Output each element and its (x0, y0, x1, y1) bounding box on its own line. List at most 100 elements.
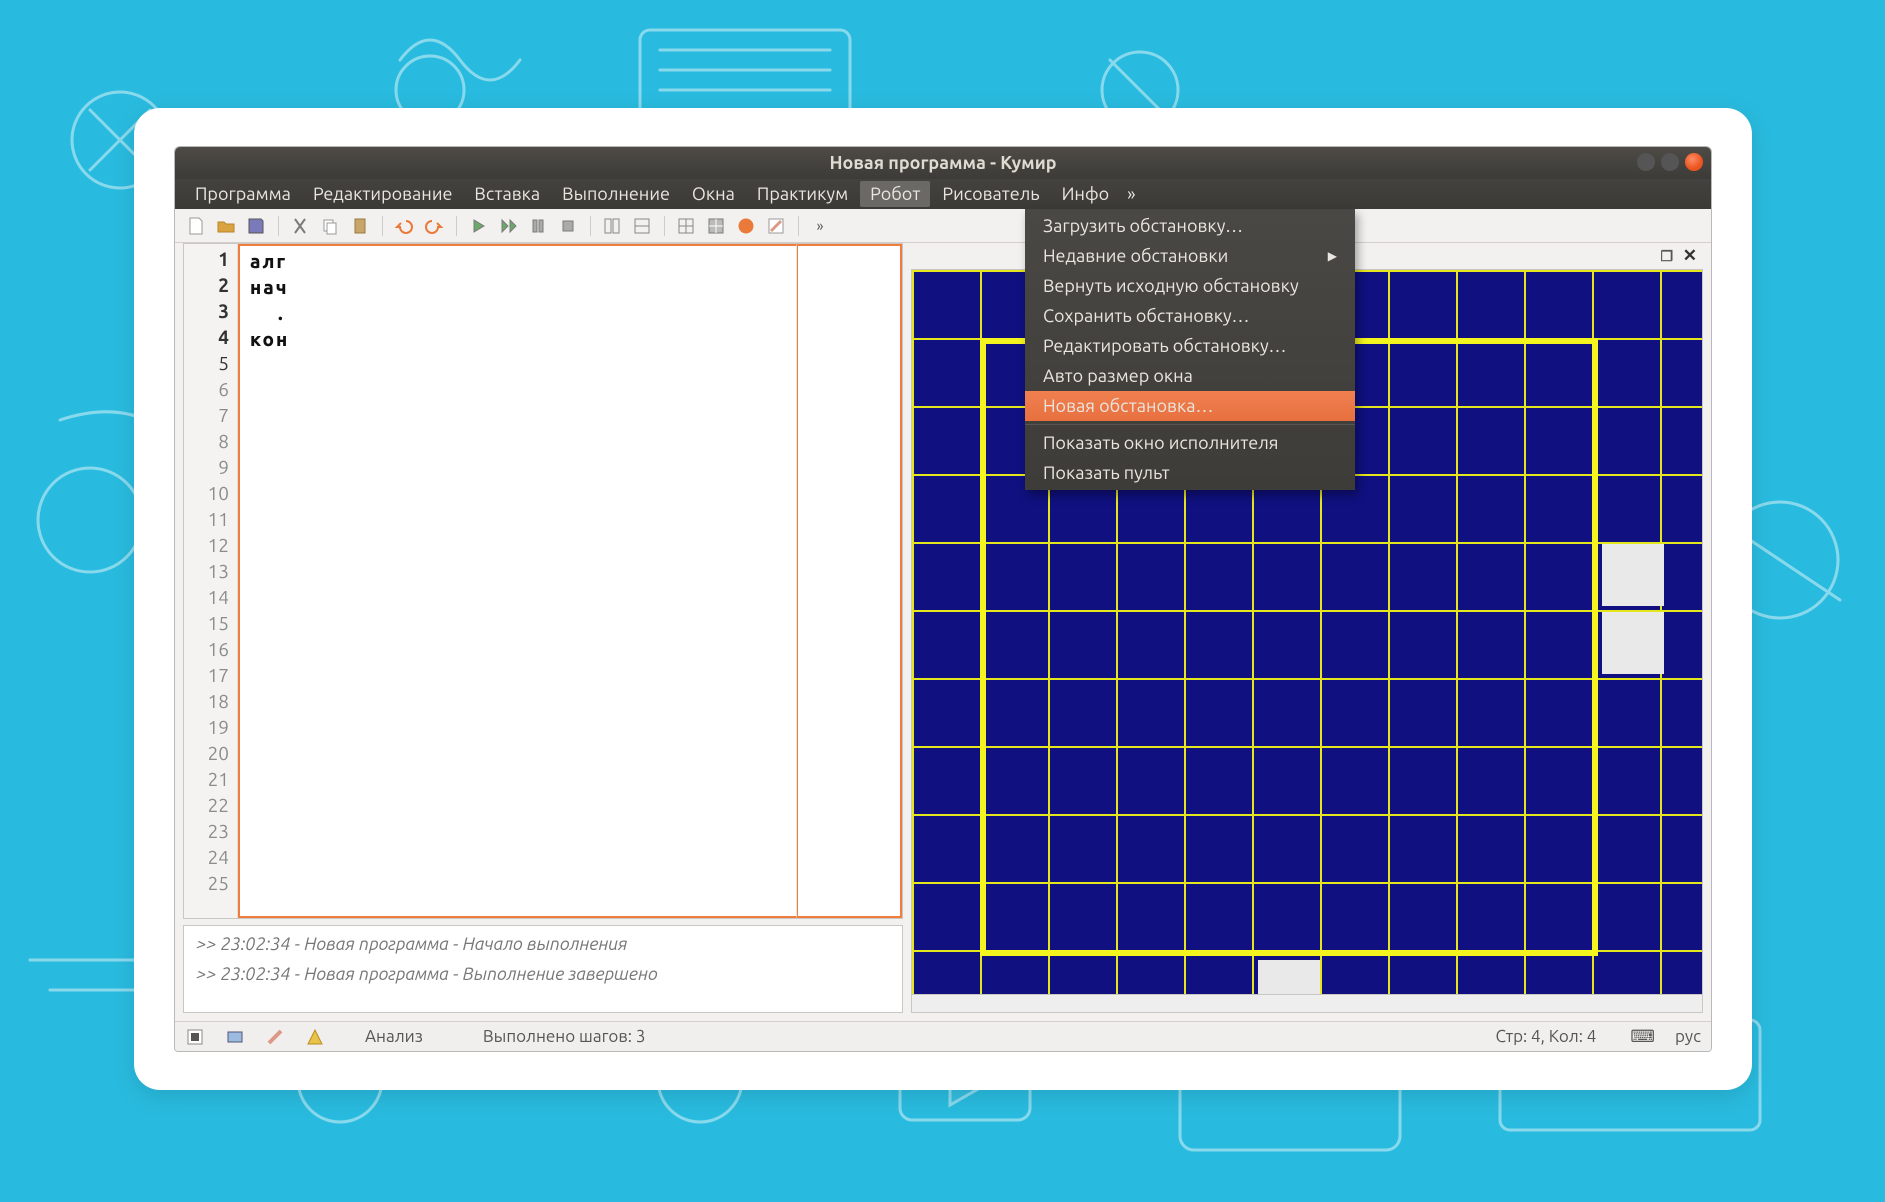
new-file-icon[interactable] (183, 213, 209, 239)
dropdown-item[interactable]: Недавние обстановки▶ (1025, 241, 1355, 271)
line-number: 2 (184, 272, 229, 298)
open-file-icon[interactable] (213, 213, 239, 239)
line-number: 25 (184, 870, 229, 896)
menu-run[interactable]: Выполнение (552, 181, 680, 207)
status-icon-1[interactable] (185, 1027, 205, 1047)
settings-icon[interactable] (763, 213, 789, 239)
line-gutter: 1234567891011121314151617181920212223242… (184, 244, 238, 918)
dropdown-item[interactable]: Вернуть исходную обстановку (1025, 271, 1355, 301)
grid2-icon[interactable] (703, 213, 729, 239)
line-number: 16 (184, 636, 229, 662)
step-icon[interactable] (495, 213, 521, 239)
menu-practicum[interactable]: Практикум (747, 181, 858, 207)
close-icon[interactable] (1685, 153, 1703, 171)
status-lang: рус (1675, 1027, 1701, 1046)
menu-overflow[interactable]: » (1121, 181, 1141, 207)
wall (980, 338, 986, 956)
pause-icon[interactable] (525, 213, 551, 239)
output-console: >> 23:02:34 - Новая программа - Начало в… (183, 925, 903, 1013)
status-icon-2[interactable] (225, 1027, 245, 1047)
line-number: 21 (184, 766, 229, 792)
code-line: кон (250, 326, 796, 352)
status-kbd-icon[interactable]: ⌨ (1630, 1027, 1655, 1047)
statusbar: Анализ Выполнено шагов: 3 Стр: 4, Кол: 4… (175, 1021, 1711, 1051)
wall (980, 950, 1598, 956)
line-number: 17 (184, 662, 229, 688)
dropdown-item[interactable]: Показать окно исполнителя (1025, 428, 1355, 458)
layout2-icon[interactable] (629, 213, 655, 239)
painted-cell (1258, 960, 1320, 995)
line-number: 24 (184, 844, 229, 870)
save-file-icon[interactable] (243, 213, 269, 239)
horizontal-scrollbar[interactable] (911, 995, 1703, 1013)
cut-icon[interactable] (287, 213, 313, 239)
actor-icon[interactable] (733, 213, 759, 239)
run-icon[interactable] (465, 213, 491, 239)
stop-icon[interactable] (555, 213, 581, 239)
dropdown-item[interactable]: Авто размер окна (1025, 361, 1355, 391)
line-number: 5 (184, 350, 229, 376)
line-number: 9 (184, 454, 229, 480)
menu-robot[interactable]: Робот (860, 181, 930, 207)
window-title: Новая программа - Кумир (829, 153, 1056, 173)
console-line: >> 23:02:34 - Новая программа - Выполнен… (196, 964, 890, 984)
code-line: алг (250, 248, 796, 274)
close-pane-icon[interactable]: ✕ (1683, 246, 1697, 266)
paste-icon[interactable] (347, 213, 373, 239)
popout-icon[interactable]: ❐ (1660, 248, 1673, 265)
menu-windows[interactable]: Окна (682, 181, 745, 207)
line-number: 8 (184, 428, 229, 454)
line-number: 11 (184, 506, 229, 532)
line-number: 18 (184, 688, 229, 714)
status-cursor: Стр: 4, Кол: 4 (1496, 1027, 1597, 1046)
dropdown-item[interactable]: Загрузить обстановку… (1025, 211, 1355, 241)
line-number: 23 (184, 818, 229, 844)
robot-menu-dropdown: Загрузить обстановку…Недавние обстановки… (1025, 209, 1355, 490)
status-icon-4[interactable] (305, 1027, 325, 1047)
menu-edit[interactable]: Редактирование (303, 181, 462, 207)
menu-info[interactable]: Инфо (1052, 181, 1120, 207)
status-mode: Анализ (365, 1027, 423, 1046)
status-icon-3[interactable] (265, 1027, 285, 1047)
code-line: . (250, 300, 796, 326)
menubar: Программа Редактирование Вставка Выполне… (175, 179, 1711, 209)
line-number: 14 (184, 584, 229, 610)
line-number: 6 (184, 376, 229, 402)
code-editor[interactable]: 1234567891011121314151617181920212223242… (183, 243, 903, 919)
toolbar-overflow-icon[interactable]: » (807, 213, 833, 239)
menu-painter[interactable]: Рисователь (932, 181, 1049, 207)
painted-cell (1602, 612, 1664, 674)
values-column (797, 244, 902, 918)
line-number: 3 (184, 298, 229, 324)
maximize-icon[interactable] (1661, 153, 1679, 171)
toolbar: » (175, 209, 1711, 243)
grid1-icon[interactable] (673, 213, 699, 239)
code-area[interactable]: алг нач . кон (238, 244, 797, 918)
wall (1592, 338, 1598, 956)
dropdown-item[interactable]: Сохранить обстановку… (1025, 301, 1355, 331)
minimize-icon[interactable] (1637, 153, 1655, 171)
painted-cell (1602, 544, 1664, 606)
line-number: 12 (184, 532, 229, 558)
dropdown-item[interactable]: Редактировать обстановку… (1025, 331, 1355, 361)
line-number: 1 (184, 246, 229, 272)
menu-program[interactable]: Программа (185, 181, 301, 207)
code-line: нач (250, 274, 796, 300)
titlebar: Новая программа - Кумир (175, 147, 1711, 179)
dropdown-item[interactable]: Показать пульт (1025, 458, 1355, 488)
submenu-arrow-icon: ▶ (1328, 249, 1337, 263)
line-number: 10 (184, 480, 229, 506)
line-number: 20 (184, 740, 229, 766)
line-number: 22 (184, 792, 229, 818)
dropdown-item[interactable]: Новая обстановка… (1025, 391, 1355, 421)
copy-icon[interactable] (317, 213, 343, 239)
menu-insert[interactable]: Вставка (464, 181, 550, 207)
line-number: 13 (184, 558, 229, 584)
line-number: 19 (184, 714, 229, 740)
layout1-icon[interactable] (599, 213, 625, 239)
undo-icon[interactable] (391, 213, 417, 239)
line-number: 4 (184, 324, 229, 350)
app-window: Новая программа - Кумир Программа Редакт… (174, 146, 1712, 1052)
redo-icon[interactable] (421, 213, 447, 239)
status-steps: Выполнено шагов: 3 (483, 1027, 646, 1046)
